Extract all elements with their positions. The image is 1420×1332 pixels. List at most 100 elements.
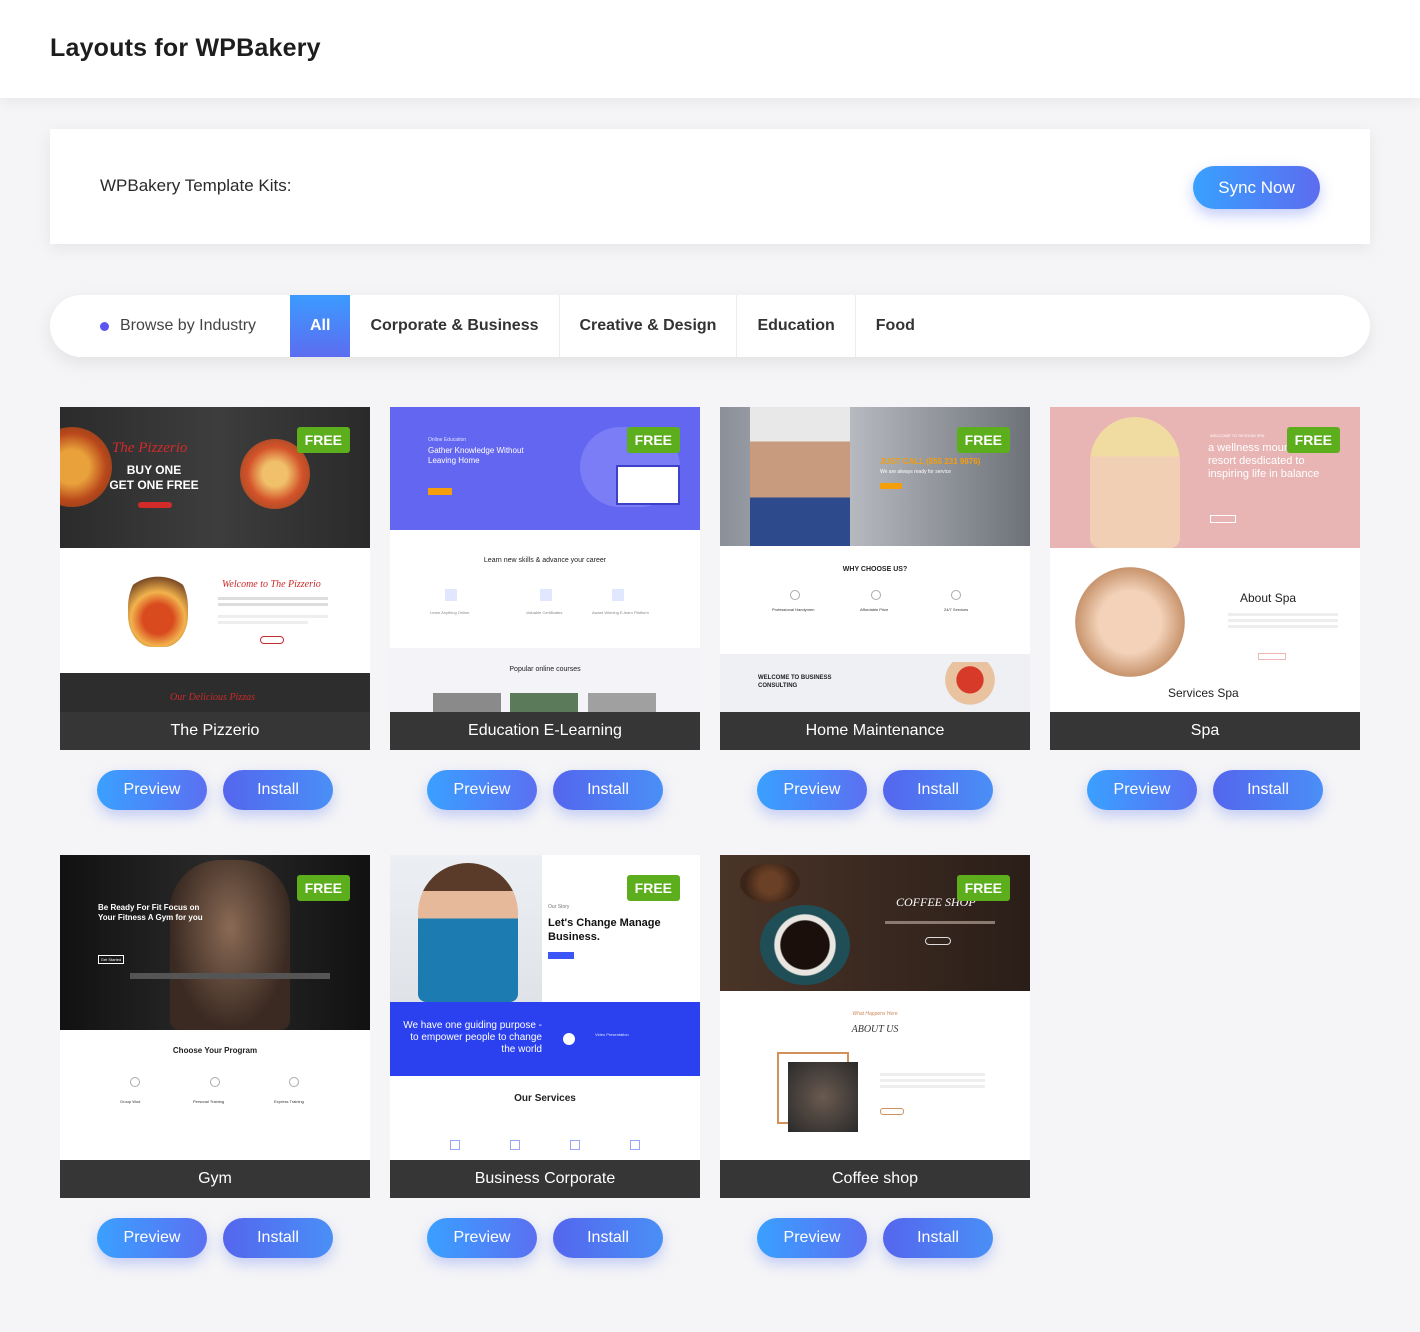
hero-line-2: GET ONE FREE <box>109 478 199 492</box>
laptop-illustration <box>616 465 680 505</box>
feature-label: 24/7 Services <box>944 607 969 612</box>
get-started-button: Get Started <box>98 955 124 964</box>
bullet-dot-icon <box>100 321 109 331</box>
pizza-image <box>128 567 188 647</box>
free-badge: FREE <box>626 875 680 901</box>
feature-label: Valuable Certificates <box>526 610 563 615</box>
coffee-cup-photo <box>760 905 850 985</box>
page-title: Layouts for WPBakery <box>50 34 321 62</box>
free-badge: FREE <box>956 427 1010 453</box>
feature-label: Award Winning E-learn Platform <box>592 610 649 615</box>
template-card-spa: WELCOME TO SKYDOM SPA a wellness mountai… <box>1050 407 1360 810</box>
free-badge: FREE <box>296 875 350 901</box>
install-button[interactable]: Install <box>883 770 993 810</box>
template-card-home-maintenance: JUST CALL (855 231 9876) We are always r… <box>720 407 1030 810</box>
preview-button[interactable]: Preview <box>427 770 537 810</box>
section-title: About Spa <box>1240 591 1297 605</box>
woman-photo <box>418 863 518 1002</box>
preview-button[interactable]: Preview <box>97 1218 207 1258</box>
preview-button[interactable]: Preview <box>97 770 207 810</box>
template-kits-panel: WPBakery Template Kits: Sync Now <box>50 129 1370 244</box>
install-button[interactable]: Install <box>1213 770 1323 810</box>
section-title: Learn new skills & advance your career <box>483 557 607 564</box>
install-button[interactable]: Install <box>223 770 333 810</box>
feature-label: Professional Handymen <box>772 607 815 612</box>
free-badge: FREE <box>956 875 1010 901</box>
section-title: Choose Your Program <box>172 1046 258 1055</box>
tab-corporate-business[interactable]: Corporate & Business <box>350 295 560 357</box>
band-text: We have one guiding purpose - to empower… <box>403 1020 542 1055</box>
band-small-text: Video Presentation <box>595 1032 629 1037</box>
preview-button[interactable]: Preview <box>757 770 867 810</box>
template-card-pizzerio: The Pizzerio BUY ONE GET ONE FREE Welcom… <box>60 407 370 810</box>
section-title: WHY CHOOSE US? <box>842 566 908 573</box>
top-header: Layouts for WPBakery <box>0 0 1420 98</box>
hero-small-text: Our Story <box>548 904 570 910</box>
template-card-coffee-shop: COFFEE SHOP What Happens Here ABOUT US F… <box>720 855 1030 1258</box>
model-photo <box>1090 417 1180 548</box>
feature-label: Affordable Price <box>860 607 889 612</box>
hero-sub: We are always ready for service <box>880 469 952 475</box>
preview-button[interactable]: Preview <box>427 1218 537 1258</box>
barista-photo <box>788 1062 858 1132</box>
free-badge: FREE <box>626 427 680 453</box>
preview-button[interactable]: Preview <box>1087 770 1197 810</box>
industry-filter-bar: Browse by Industry All Corporate & Busin… <box>50 295 1370 357</box>
template-kits-label: WPBakery Template Kits: <box>100 176 292 195</box>
worker-photo <box>750 407 850 546</box>
install-button[interactable]: Install <box>553 1218 663 1258</box>
install-button[interactable]: Install <box>553 770 663 810</box>
template-card-gym: Be Ready For Fit Focus on Your Fitness A… <box>60 855 370 1258</box>
feature-label: Group Wod <box>120 1099 141 1104</box>
install-button[interactable]: Install <box>223 1218 333 1258</box>
template-thumbnail[interactable]: Online Education Gather Knowledge Withou… <box>390 407 700 750</box>
template-card-business-corporate: Our Story Let's Change Manage Business. … <box>390 855 700 1258</box>
template-thumbnail[interactable]: The Pizzerio BUY ONE GET ONE FREE Welcom… <box>60 407 370 750</box>
tab-creative-design[interactable]: Creative & Design <box>560 295 738 357</box>
hero-title: Gather Knowledge Without Leaving Home <box>428 446 524 465</box>
hero-line-1: BUY ONE <box>126 463 182 477</box>
free-badge: FREE <box>1286 427 1340 453</box>
browse-by-industry: Browse by Industry <box>100 317 256 335</box>
template-card-education: Online Education Gather Knowledge Withou… <box>390 407 700 810</box>
template-name: Education E-Learning <box>390 712 700 750</box>
section-small-text: What Happens Here <box>852 1011 898 1017</box>
athlete-photo <box>170 860 290 1030</box>
section-title: ABOUT US <box>851 1024 899 1035</box>
preview-button[interactable]: Preview <box>757 1218 867 1258</box>
footer-title: Services Spa <box>1168 686 1239 700</box>
template-name: The Pizzerio <box>60 712 370 750</box>
tab-education[interactable]: Education <box>737 295 856 357</box>
template-name: Spa <box>1050 712 1360 750</box>
hero-title: Be Ready For Fit Focus on Your Fitness A… <box>98 903 203 922</box>
industry-tabs: All Corporate & Business Creative & Desi… <box>290 295 935 357</box>
hero-title: Let's Change Manage Business. <box>548 917 661 943</box>
hero-small-text: Online Education <box>428 437 467 443</box>
template-thumbnail[interactable]: Our Story Let's Change Manage Business. … <box>390 855 700 1198</box>
face-photo <box>1075 567 1185 677</box>
template-thumbnail[interactable]: COFFEE SHOP What Happens Here ABOUT US F… <box>720 855 1030 1198</box>
tab-all[interactable]: All <box>290 295 351 357</box>
footer-title: WELCOME TO BUSINESS CONSULTING <box>758 675 832 689</box>
template-name: Coffee shop <box>720 1160 1030 1198</box>
browse-label: Browse by Industry <box>120 317 257 334</box>
feature-label: Express Training <box>274 1099 304 1104</box>
section-title: Welcome to The Pizzerio <box>222 579 321 590</box>
template-thumbnail[interactable]: Be Ready For Fit Focus on Your Fitness A… <box>60 855 370 1198</box>
footer-title: Popular online courses <box>509 666 581 673</box>
hero-script-title: The Pizzerio <box>112 440 188 456</box>
install-button[interactable]: Install <box>883 1218 993 1258</box>
footer-title: Our Delicious Pizzas <box>170 692 255 703</box>
feature-label: Learn Anything Online <box>430 610 470 615</box>
free-badge: FREE <box>296 427 350 453</box>
template-name: Gym <box>60 1160 370 1198</box>
sync-now-button[interactable]: Sync Now <box>1193 166 1320 209</box>
template-name: Home Maintenance <box>720 712 1030 750</box>
hero-small-text: WELCOME TO SKYDOM SPA <box>1210 433 1265 438</box>
section-title: Our Services <box>514 1093 576 1104</box>
template-thumbnail[interactable]: WELCOME TO SKYDOM SPA a wellness mountai… <box>1050 407 1360 750</box>
tab-food[interactable]: Food <box>856 295 935 357</box>
template-thumbnail[interactable]: JUST CALL (855 231 9876) We are always r… <box>720 407 1030 750</box>
template-name: Business Corporate <box>390 1160 700 1198</box>
feature-label: Personal Training <box>193 1099 225 1104</box>
